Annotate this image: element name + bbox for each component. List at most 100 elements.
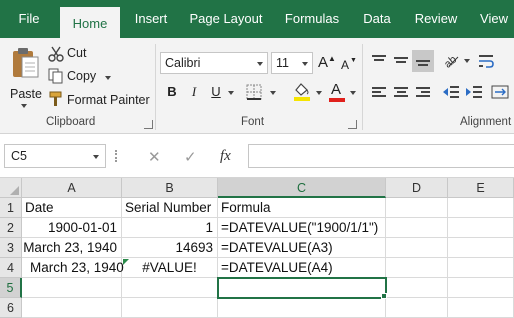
align-left-button[interactable]: [368, 82, 390, 104]
column-header-e[interactable]: E: [448, 178, 514, 198]
align-right-button[interactable]: [412, 82, 434, 104]
cell-d6[interactable]: [386, 298, 448, 318]
fill-color-button[interactable]: [292, 81, 314, 103]
underline-button[interactable]: U: [206, 82, 226, 102]
orientation-icon: ab: [442, 54, 459, 71]
cell-c6[interactable]: [218, 298, 386, 318]
align-top-button[interactable]: [368, 50, 390, 72]
align-bottom-icon: [416, 60, 430, 72]
cell-d3[interactable]: [386, 238, 448, 258]
column-header-d[interactable]: D: [386, 178, 448, 198]
tab-view[interactable]: View: [474, 0, 514, 38]
cell-b2[interactable]: 1: [122, 218, 218, 238]
error-indicator-icon[interactable]: [123, 259, 129, 265]
row-header-3[interactable]: 3: [0, 238, 22, 258]
formula-input[interactable]: [248, 144, 514, 168]
tab-file[interactable]: File: [0, 0, 58, 38]
paste-button[interactable]: Paste: [6, 44, 44, 108]
decrease-indent-button[interactable]: [441, 82, 463, 104]
wrap-text-button[interactable]: [476, 50, 498, 72]
align-left-icon: [372, 87, 386, 99]
align-center-button[interactable]: [390, 82, 412, 104]
chevron-down-icon: [105, 76, 111, 80]
select-all-button[interactable]: [0, 178, 22, 198]
font-dialog-launcher[interactable]: [348, 120, 357, 129]
column-header-c[interactable]: C: [218, 178, 386, 198]
cancel-icon[interactable]: ✕: [148, 148, 161, 166]
row-header-2[interactable]: 2: [0, 218, 22, 238]
formula-bar: C5 ✕ ✓ fx: [0, 134, 514, 178]
tab-formulas[interactable]: Formulas: [276, 0, 348, 38]
cell-c3[interactable]: =DATEVALUE(A3): [218, 238, 386, 258]
cell-d2[interactable]: [386, 218, 448, 238]
format-painter-button[interactable]: Format Painter: [48, 91, 150, 109]
row-header-5[interactable]: 5: [0, 278, 22, 298]
cell-d5[interactable]: [386, 278, 448, 298]
name-box[interactable]: C5: [4, 144, 106, 168]
fill-handle[interactable]: [381, 293, 387, 299]
increase-indent-button[interactable]: [464, 82, 486, 104]
chevron-down-icon: [302, 62, 308, 66]
shrink-font-button[interactable]: A ▼: [341, 55, 357, 75]
chevron-down-icon: [350, 91, 356, 95]
cell-b5[interactable]: [122, 278, 218, 298]
formula-bar-splitter[interactable]: [115, 150, 118, 162]
cell-d4[interactable]: [386, 258, 448, 278]
grow-font-button[interactable]: A ▲: [318, 53, 336, 73]
svg-text:ab: ab: [442, 54, 459, 70]
copy-icon: [48, 68, 63, 84]
row-header-4[interactable]: 4: [0, 258, 22, 278]
column-header-a[interactable]: A: [22, 178, 122, 198]
ribbon-tab-bar: File Home Insert Page Layout Formulas Da…: [0, 0, 514, 38]
orientation-button[interactable]: ab: [441, 50, 463, 72]
merge-center-button[interactable]: [490, 82, 512, 104]
borders-button[interactable]: [246, 84, 264, 102]
cell-b1[interactable]: Serial Number: [122, 198, 218, 218]
cell-e4[interactable]: [448, 258, 514, 278]
cell-a4[interactable]: March 23, 1940: [22, 258, 124, 278]
cell-a6[interactable]: [22, 298, 122, 318]
tab-review[interactable]: Review: [406, 0, 466, 38]
column-header-b[interactable]: B: [122, 178, 218, 198]
cell-b6[interactable]: [122, 298, 218, 318]
cell-b3[interactable]: 14693: [122, 238, 218, 258]
cell-e2[interactable]: [448, 218, 514, 238]
cut-button[interactable]: Cut: [48, 46, 108, 64]
tab-data[interactable]: Data: [354, 0, 400, 38]
row-header-6[interactable]: 6: [0, 298, 22, 318]
font-color-swatch: [329, 98, 345, 102]
cell-a2[interactable]: 1900-01-01: [22, 218, 122, 238]
cell-b4[interactable]: #VALUE!: [122, 258, 218, 278]
clipboard-icon: [13, 48, 39, 78]
bold-button[interactable]: B: [162, 82, 182, 102]
tab-insert[interactable]: Insert: [124, 0, 178, 38]
font-size-value: 11: [276, 56, 289, 70]
align-middle-button[interactable]: [390, 50, 412, 72]
font-name-select[interactable]: Calibri: [160, 52, 268, 74]
cell-e1[interactable]: [448, 198, 514, 218]
cell-c4[interactable]: =DATEVALUE(A4): [218, 258, 386, 278]
tab-home[interactable]: Home: [60, 7, 120, 38]
decrease-indent-icon: [443, 86, 459, 98]
row-header-1[interactable]: 1: [0, 198, 22, 218]
insert-function-icon[interactable]: fx: [220, 148, 231, 165]
cell-d1[interactable]: [386, 198, 448, 218]
font-color-button[interactable]: A: [327, 81, 347, 103]
cell-a5[interactable]: [22, 278, 122, 298]
align-right-icon: [416, 87, 430, 99]
cell-c2[interactable]: =DATEVALUE("1900/1/1"): [218, 218, 386, 238]
enter-icon[interactable]: ✓: [184, 148, 197, 166]
cell-a1[interactable]: Date: [22, 198, 122, 218]
cell-a3[interactable]: March 23, 1940: [22, 238, 122, 258]
align-bottom-button[interactable]: [412, 50, 434, 72]
cell-c1[interactable]: Formula: [218, 198, 386, 218]
tab-page-layout[interactable]: Page Layout: [182, 0, 270, 38]
italic-button[interactable]: I: [184, 82, 204, 102]
clipboard-dialog-launcher[interactable]: [144, 120, 153, 129]
cell-e3[interactable]: [448, 238, 514, 258]
cell-e6[interactable]: [448, 298, 514, 318]
copy-button[interactable]: Copy: [48, 68, 114, 86]
font-size-select[interactable]: 11: [271, 52, 313, 74]
cell-c5[interactable]: [217, 277, 387, 299]
cell-e5[interactable]: [448, 278, 514, 298]
